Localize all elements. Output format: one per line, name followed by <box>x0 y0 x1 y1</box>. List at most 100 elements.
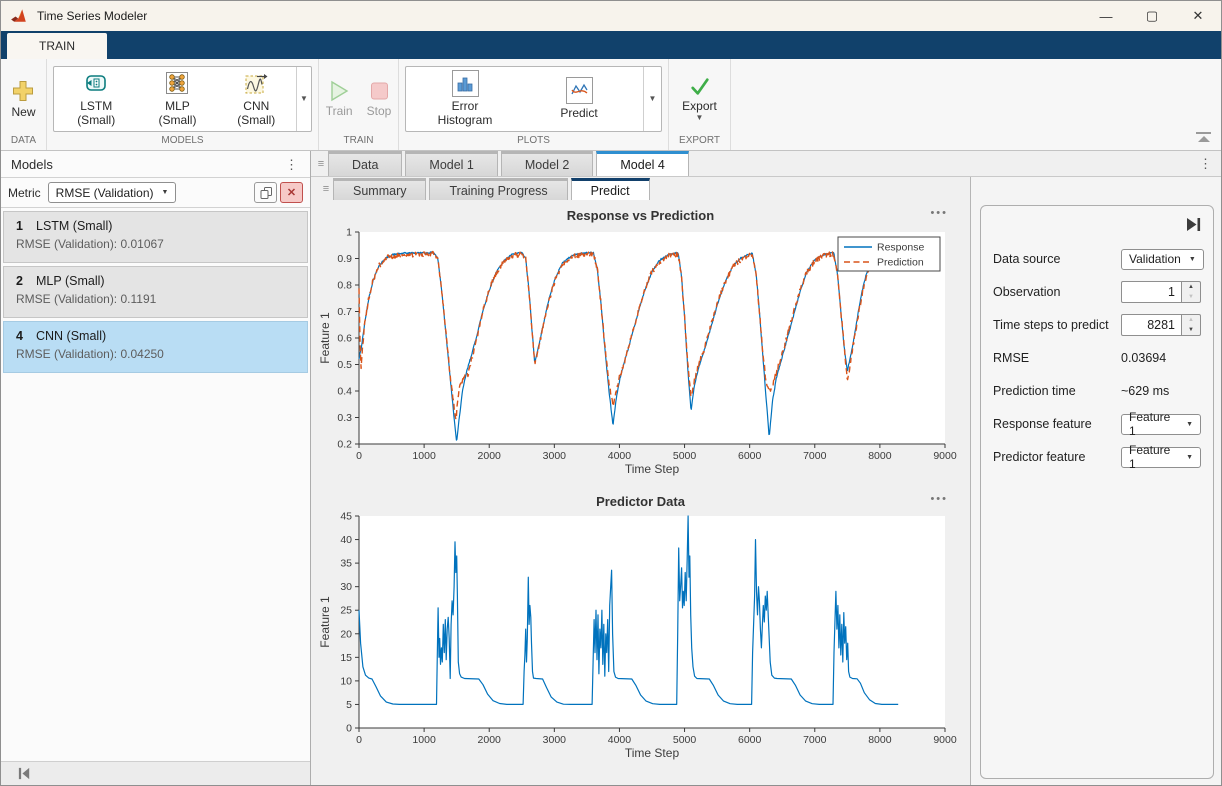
metric-label: Metric <box>8 186 41 200</box>
plus-icon <box>11 79 35 103</box>
svg-text:Feature 1: Feature 1 <box>318 596 332 648</box>
collapse-ribbon-button[interactable] <box>1196 132 1211 143</box>
section-label-export: EXPORT <box>675 133 724 149</box>
prediction-time-value: ~629 ms <box>1121 384 1169 398</box>
close-button[interactable]: ✕ <box>1175 1 1221 31</box>
model-name: CNN (Small) <box>36 329 106 343</box>
response-vs-prediction-figure: Response vs Prediction ••• 0100020003000… <box>317 202 964 480</box>
model-4-sub-tab-bar: ≡ Summary Training Progress Predict <box>311 177 970 200</box>
play-icon <box>328 80 350 102</box>
ribbon-tab-strip: TRAIN <box>1 31 1221 59</box>
rmse-value: 0.03694 <box>1121 351 1166 365</box>
collapse-ribbon-icon <box>1196 132 1211 135</box>
gallery-item-mlp[interactable]: MLP (Small) <box>138 67 216 131</box>
metric-dropdown[interactable]: RMSE (Validation) ▼ <box>48 182 177 203</box>
svg-text:0: 0 <box>346 723 352 735</box>
export-button[interactable]: Export ▼ <box>680 77 719 120</box>
svg-text:9000: 9000 <box>933 734 957 746</box>
svg-text:0.8: 0.8 <box>337 280 352 292</box>
stop-button-label: Stop <box>367 104 392 118</box>
prediction-time-label: Prediction time <box>993 384 1121 398</box>
svg-text:6000: 6000 <box>738 450 762 462</box>
copy-icon <box>259 186 273 200</box>
svg-text:Response: Response <box>877 242 924 254</box>
tab-bar-options-button[interactable]: ⋮ <box>1190 157 1221 170</box>
collapse-panel-left-button[interactable] <box>17 766 32 781</box>
chevron-down-icon: ▼ <box>649 94 657 103</box>
gallery-item-error-histogram[interactable]: Error Histogram <box>406 67 524 131</box>
collapse-panel-right-button[interactable] <box>1180 213 1206 236</box>
document-area: ≡ Data Model 1 Model 2 Model 4 ⋮ ≡ Summa… <box>311 151 1221 785</box>
svg-text:6000: 6000 <box>738 734 762 746</box>
figure-options-button[interactable]: ••• <box>930 207 948 219</box>
spinner-down-button[interactable]: ▼ <box>1182 325 1200 335</box>
svg-text:0: 0 <box>356 450 362 462</box>
maximize-button[interactable]: ▢ <box>1129 1 1175 31</box>
time-steps-input[interactable]: 8281 <box>1121 314 1182 336</box>
app-window: Time Series Modeler — ▢ ✕ TRAIN New DATA <box>0 0 1222 786</box>
tab-data[interactable]: Data <box>328 151 402 176</box>
new-button[interactable]: New <box>9 79 37 119</box>
observation-label: Observation <box>993 285 1121 299</box>
observation-input[interactable]: 1 <box>1121 281 1182 303</box>
predictor-feature-value: Feature 1 <box>1129 443 1178 471</box>
figure-options-button[interactable]: ••• <box>930 493 948 505</box>
tab-train[interactable]: TRAIN <box>7 33 107 59</box>
svg-text:Feature 1: Feature 1 <box>318 312 332 364</box>
matlab-logo-icon <box>11 8 29 24</box>
model-list-item-mlp[interactable]: 2 MLP (Small) RMSE (Validation): 0.1191 <box>3 266 308 318</box>
tab-model-2[interactable]: Model 2 <box>501 151 593 176</box>
skip-to-end-icon <box>1185 216 1202 233</box>
ribbon-section-models: LSTM (Small) <box>47 59 319 150</box>
spinner-up-button[interactable]: ▲ <box>1182 315 1200 325</box>
export-button-label: Export <box>682 99 717 113</box>
data-source-value: Validation <box>1129 252 1181 266</box>
model-index: 4 <box>16 329 36 343</box>
spinner-down-button[interactable]: ▼ <box>1182 292 1200 302</box>
spinner-up-button[interactable]: ▲ <box>1182 282 1200 292</box>
gallery-item-predict[interactable]: Predict <box>524 67 634 131</box>
models-gallery-dropdown-button[interactable]: ▼ <box>296 67 311 131</box>
title-bar: Time Series Modeler — ▢ ✕ <box>1 1 1221 31</box>
document-tab-bar: ≡ Data Model 1 Model 2 Model 4 ⋮ <box>311 151 1221 177</box>
mlp-model-icon <box>163 69 191 97</box>
gallery-item-label: MLP (Small) <box>150 100 204 128</box>
gallery-item-lstm[interactable]: LSTM (Small) <box>54 67 138 131</box>
svg-text:5000: 5000 <box>673 450 697 462</box>
svg-text:0.4: 0.4 <box>337 386 352 398</box>
tab-predict[interactable]: Predict <box>571 178 650 200</box>
predict-options-card: Data source Validation ▼ Observation 1 <box>980 205 1214 779</box>
response-feature-dropdown[interactable]: Feature 1 ▼ <box>1121 414 1201 435</box>
minimize-button[interactable]: — <box>1083 1 1129 31</box>
tab-training-progress[interactable]: Training Progress <box>429 178 567 200</box>
gallery-item-label: Error Histogram <box>426 100 504 128</box>
model-list-item-cnn[interactable]: 4 CNN (Small) RMSE (Validation): 0.04250 <box>3 321 308 373</box>
models-panel-menu-button[interactable]: ⋮ <box>283 158 300 171</box>
svg-text:15: 15 <box>340 652 352 664</box>
window-controls: — ▢ ✕ <box>1083 1 1221 31</box>
plots-gallery-dropdown-button[interactable]: ▼ <box>643 67 661 131</box>
svg-text:8000: 8000 <box>868 450 892 462</box>
data-source-dropdown[interactable]: Validation ▼ <box>1121 249 1204 270</box>
tab-model-1[interactable]: Model 1 <box>405 151 497 176</box>
delete-model-button[interactable]: ✕ <box>280 182 303 203</box>
models-panel-buttons: ✕ <box>254 182 303 203</box>
ribbon: New DATA <box>1 59 1221 151</box>
model-index: 2 <box>16 274 36 288</box>
predictor-data-chart[interactable]: 0100020003000400050006000700080009000051… <box>317 510 961 768</box>
tab-model-4[interactable]: Model 4 <box>596 151 688 176</box>
delete-icon: ✕ <box>287 186 296 199</box>
duplicate-model-button[interactable] <box>254 182 277 203</box>
gallery-item-cnn[interactable]: CNN (Small) <box>217 67 296 131</box>
model-list-item-lstm[interactable]: 1 LSTM (Small) RMSE (Validation): 0.0106… <box>3 211 308 263</box>
gallery-item-label: CNN (Small) <box>229 100 284 128</box>
tab-summary[interactable]: Summary <box>333 178 426 200</box>
train-button[interactable]: Train <box>324 80 355 118</box>
data-source-label: Data source <box>993 252 1121 266</box>
stop-button[interactable]: Stop <box>365 80 394 118</box>
stop-icon <box>368 80 390 102</box>
model-metric: RMSE (Validation): 0.04250 <box>16 347 297 361</box>
gallery-item-label: Predict <box>560 107 597 121</box>
predictor-feature-dropdown[interactable]: Feature 1 ▼ <box>1121 447 1201 468</box>
response-vs-prediction-chart[interactable]: 01000200030004000500060007000800090000.2… <box>317 224 961 480</box>
